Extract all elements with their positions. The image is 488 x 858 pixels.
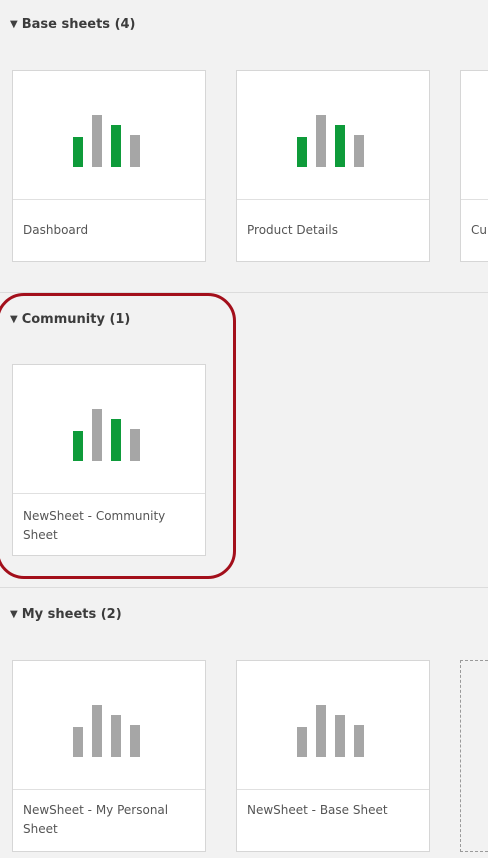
section-label: My sheets (2) bbox=[21, 606, 122, 622]
section-divider bbox=[0, 587, 488, 588]
caret-down-icon: ▼ bbox=[10, 18, 18, 30]
bar-chart-icon bbox=[295, 107, 371, 167]
caret-down-icon: ▼ bbox=[10, 313, 18, 325]
section-header-base-sheets[interactable]: ▼ Base sheets (4) bbox=[10, 14, 136, 34]
sheet-title: Cu bbox=[471, 223, 487, 237]
sheet-thumbnail bbox=[13, 365, 205, 494]
sheet-title: NewSheet - Base Sheet bbox=[247, 803, 388, 817]
sheet-title: Dashboard bbox=[23, 223, 89, 237]
sheet-thumbnail bbox=[13, 661, 205, 790]
section-label: Base sheets (4) bbox=[21, 16, 136, 32]
caret-down-icon: ▼ bbox=[10, 608, 18, 620]
sheet-thumbnail bbox=[237, 661, 429, 790]
section-divider bbox=[0, 292, 488, 293]
sheet-card-community-sheet[interactable]: NewSheet - Community Sheet bbox=[12, 364, 206, 556]
sheet-card-base-sheet[interactable]: NewSheet - Base Sheet bbox=[236, 660, 430, 852]
section-header-my-sheets[interactable]: ▼ My sheets (2) bbox=[10, 604, 122, 624]
sheet-card-product-details[interactable]: Product Details bbox=[236, 70, 430, 262]
sheet-card-partial[interactable]: Cu bbox=[460, 70, 488, 262]
sheet-thumbnail bbox=[237, 71, 429, 200]
sheet-card-my-personal-sheet[interactable]: NewSheet - My Personal Sheet bbox=[12, 660, 206, 852]
bar-chart-icon bbox=[71, 107, 147, 167]
sheet-title: NewSheet - Community Sheet bbox=[23, 509, 166, 542]
sheet-card-dashboard[interactable]: Dashboard bbox=[12, 70, 206, 262]
sheet-title: Product Details bbox=[247, 223, 338, 237]
bar-chart-icon bbox=[71, 697, 147, 757]
section-label: Community (1) bbox=[21, 311, 131, 327]
sheet-thumbnail bbox=[13, 71, 205, 200]
sheet-title: NewSheet - My Personal Sheet bbox=[23, 803, 169, 836]
add-sheet-icon[interactable] bbox=[460, 660, 488, 852]
bar-chart-icon bbox=[71, 401, 147, 461]
bar-chart-icon bbox=[295, 697, 371, 757]
sheet-thumbnail bbox=[461, 71, 488, 200]
section-header-community[interactable]: ▼ Community (1) bbox=[10, 309, 130, 329]
